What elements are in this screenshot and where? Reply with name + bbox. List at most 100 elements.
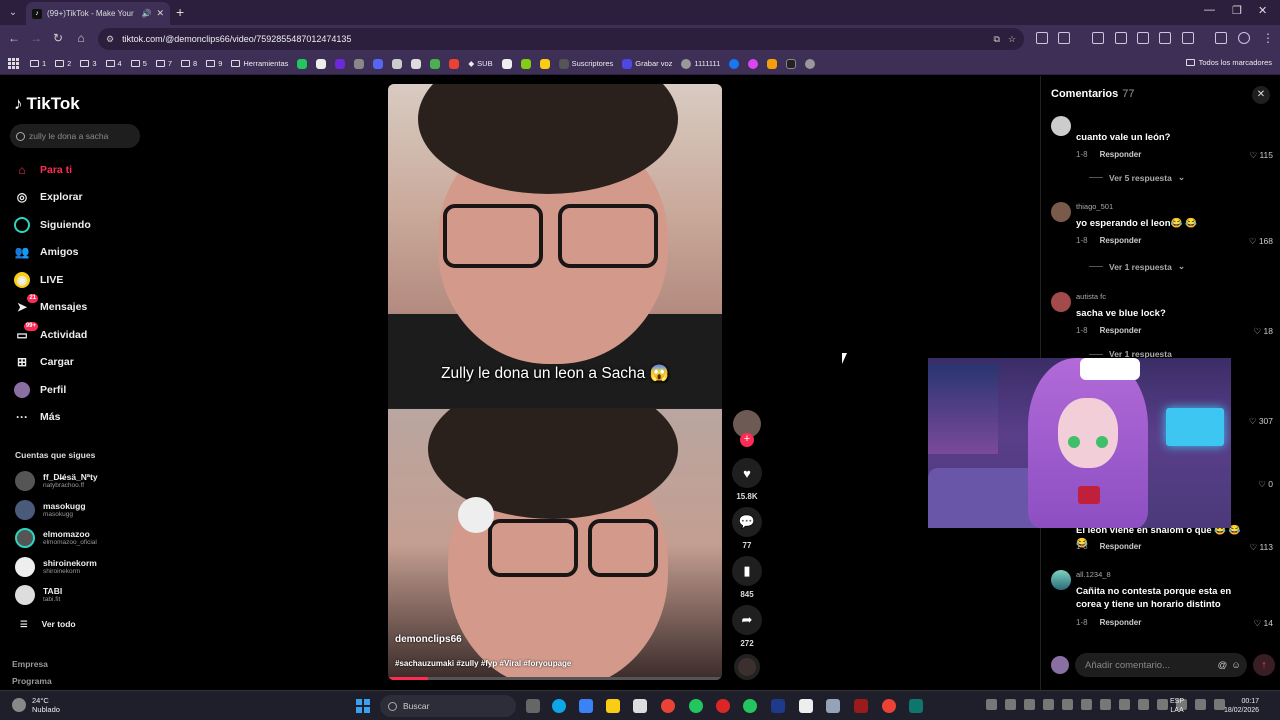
app-icon[interactable] [909, 699, 923, 713]
bookmark-folder[interactable]: 7 [155, 59, 172, 68]
avatar[interactable] [1051, 116, 1071, 136]
nav-amigos[interactable]: 👥 Amigos [14, 242, 79, 262]
comment-like-button[interactable]: ♡ 307 [1249, 416, 1273, 427]
profile-avatar-icon[interactable] [1238, 32, 1250, 44]
avatar[interactable] [1051, 202, 1071, 222]
home-button[interactable]: ⌂ [73, 31, 89, 45]
spotify-icon[interactable] [743, 699, 757, 713]
tray-icon[interactable] [1024, 699, 1035, 710]
tiktok-logo[interactable]: ♪ TikTok [14, 94, 80, 114]
menu-kebab-icon[interactable]: ⋮ [1260, 31, 1276, 45]
bookmark-folder[interactable]: 4 [105, 59, 122, 68]
extension-2-icon[interactable] [1092, 32, 1104, 44]
file-explorer-icon[interactable] [606, 699, 620, 713]
reply-button[interactable]: Responder [1100, 150, 1142, 159]
following-account[interactable]: masokugg masokugg [15, 498, 86, 522]
bookmark-folder[interactable]: 3 [80, 59, 97, 68]
app-icon[interactable] [799, 699, 813, 713]
chevron-up-icon[interactable] [986, 699, 997, 710]
nav-mas[interactable]: ··· Más [14, 407, 60, 427]
link-icon[interactable] [1159, 32, 1171, 44]
footer-link[interactable]: Programa [12, 676, 52, 686]
weather-widget[interactable]: 24°C Nublado [12, 696, 60, 714]
bookmark-folder[interactable]: 2 [55, 59, 71, 68]
nav-cargar[interactable]: ⊞ Cargar [14, 352, 74, 372]
bookmark-sub[interactable]: ◆ SUB [468, 59, 492, 68]
search-input[interactable]: zully le dona a sacha [10, 124, 140, 148]
bookmark-suscriptores[interactable]: Suscriptores [558, 58, 613, 69]
bookmark-folder[interactable]: 5 [130, 59, 147, 68]
app-icon[interactable] [854, 699, 868, 713]
tray-icon[interactable] [1062, 699, 1073, 710]
video-hashtags[interactable]: #sachauzumaki #zully #fyp #Viral #foryou… [395, 659, 571, 668]
tray-icon[interactable] [1005, 699, 1016, 710]
comment-user[interactable]: thiago_501 [1076, 202, 1113, 211]
share-button[interactable]: ➦ 272 [731, 605, 763, 648]
maximize-button[interactable]: ❐ [1232, 4, 1242, 17]
tray-icon[interactable] [1100, 699, 1111, 710]
video-progress-bar[interactable] [388, 677, 722, 680]
view-replies-button[interactable]: Ver 1 respuesta ⌄ [1089, 261, 1185, 272]
chrome-icon[interactable] [661, 699, 675, 713]
comment-like-button[interactable]: ♡ 113 [1249, 542, 1273, 553]
comment-input[interactable]: Añadir comentario... @ ☺ [1075, 653, 1247, 677]
language-indicator[interactable]: ESP LAA [1170, 697, 1184, 715]
tab-list-button[interactable]: ⌄ [4, 4, 22, 21]
new-tab-button[interactable]: + [176, 5, 184, 19]
comment-like-button[interactable]: ♡ 0 [1258, 479, 1273, 490]
tray-icon[interactable] [1043, 699, 1054, 710]
speaker-icon[interactable]: 🔊 [141, 9, 151, 18]
like-button[interactable]: ♥ 15.8K [731, 458, 763, 501]
comment-like-button[interactable]: ♡ 168 [1249, 236, 1273, 247]
forward-button[interactable]: → [28, 31, 44, 45]
chrome-icon[interactable] [882, 699, 896, 713]
avatar[interactable] [1051, 570, 1071, 590]
bookmark-star-icon[interactable]: ☆ [1008, 34, 1016, 45]
bookmark-folder[interactable]: 8 [181, 59, 197, 68]
install-app-icon[interactable]: ⧉ [993, 34, 999, 45]
steam-icon[interactable] [771, 699, 785, 713]
tray-icon[interactable] [1157, 699, 1168, 710]
bookmark-icon[interactable] [767, 58, 778, 69]
tab-search-icon[interactable] [1182, 32, 1194, 44]
video-player[interactable]: Zully le dona un leon a Sacha 😱 demoncli… [388, 84, 722, 680]
avatar[interactable] [1051, 292, 1071, 312]
facebook-bookmark-icon[interactable] [729, 58, 740, 69]
kick-bookmark-icon[interactable] [297, 58, 308, 69]
emoji-icon[interactable]: ☺ [1231, 660, 1241, 671]
nav-live[interactable]: ◉ LIVE [14, 270, 63, 290]
comment-user[interactable]: all.1234_8 [1076, 570, 1111, 579]
bookmark-folder[interactable]: 1 [30, 59, 46, 68]
bookmark-folder[interactable]: 9 [206, 59, 222, 68]
translate-icon[interactable] [1215, 32, 1227, 44]
following-account[interactable]: ff_Dl̶̶ésä_Nªty natybrachoo.ff [15, 469, 98, 493]
send-comment-button[interactable]: ↑ [1253, 654, 1275, 676]
tiktok-bookmark-icon[interactable] [786, 58, 797, 69]
tray-icon[interactable] [1138, 699, 1149, 710]
site-info-icon[interactable]: ⚙ [106, 34, 114, 45]
back-button[interactable]: ← [6, 31, 22, 45]
following-account[interactable]: shiroinekorm shiroinekorm [15, 555, 97, 579]
bookmark-icon[interactable] [335, 58, 346, 69]
minimize-button[interactable]: — [1204, 4, 1215, 16]
vtuber-webcam-overlay[interactable] [928, 358, 1231, 528]
close-comments-button[interactable]: ✕ [1252, 86, 1270, 104]
nav-explorar[interactable]: ◎ Explorar [14, 187, 83, 207]
close-window-button[interactable]: ✕ [1258, 4, 1267, 17]
bookmark-icon[interactable] [411, 58, 422, 69]
following-account[interactable]: TABI tabi.fit [15, 583, 62, 607]
nav-para-ti[interactable]: ⌂ Para ti [14, 160, 72, 180]
view-replies-button[interactable]: Ver 5 respuesta ⌄ [1089, 172, 1185, 183]
store-icon[interactable] [633, 699, 647, 713]
clock[interactable]: 00:17 18/02/2026 [1224, 697, 1259, 715]
reply-button[interactable]: Responder [1100, 236, 1142, 245]
tray-icon[interactable] [1081, 699, 1092, 710]
puzzle-icon[interactable] [1058, 32, 1070, 44]
download-icon[interactable] [1137, 32, 1149, 44]
nav-siguiendo[interactable]: Siguiendo [14, 215, 91, 235]
nav-actividad[interactable]: ▭ 99+ Actividad [14, 322, 87, 345]
task-view-icon[interactable] [526, 699, 540, 713]
whatsapp-icon[interactable] [689, 699, 703, 713]
app-icon[interactable] [579, 699, 593, 713]
gmail-bookmark-icon[interactable] [449, 58, 460, 69]
